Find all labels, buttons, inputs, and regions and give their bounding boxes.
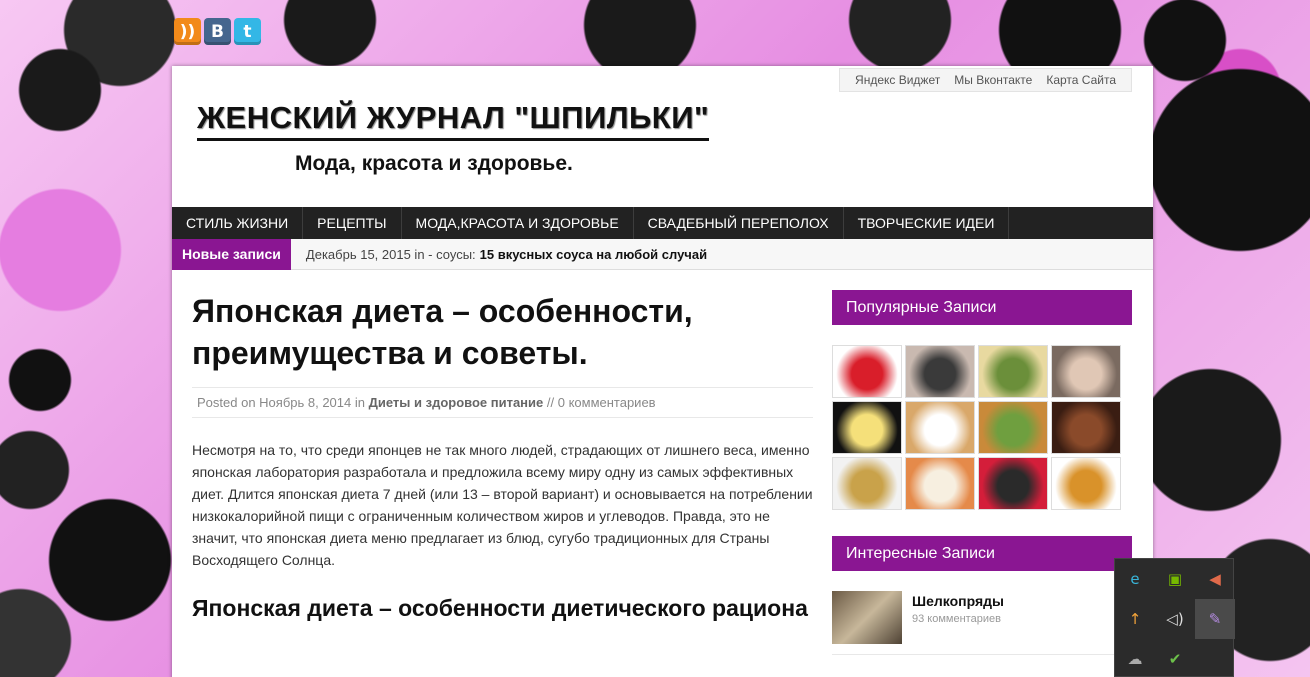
site-subtitle: Мода, красота и здоровье.	[295, 152, 573, 175]
popular-post-thumbnail[interactable]	[1051, 401, 1121, 454]
social-icons: )) B t	[174, 18, 261, 45]
popular-post-thumbnail[interactable]	[832, 345, 902, 398]
update-icon[interactable]: ↑	[1115, 599, 1155, 639]
news-ticker: Новые записи Декабрь 15, 2015 in - соусы…	[172, 238, 1153, 270]
popular-post-thumbnail[interactable]	[978, 457, 1048, 510]
interesting-posts-title: Интересные Записи	[832, 536, 1132, 571]
popular-posts-title: Популярные Записи	[832, 290, 1132, 325]
popular-post-thumbnail[interactable]	[832, 401, 902, 454]
main-nav: СТИЛЬ ЖИЗНИ РЕЦЕПТЫ МОДА,КРАСОТА И ЗДОРО…	[172, 207, 1153, 239]
ticker-date: Декабрь 15, 2015 in - соусы:	[305, 246, 476, 262]
site-title[interactable]: ЖЕНСКИЙ ЖУРНАЛ "ШПИЛЬКИ"	[197, 100, 710, 141]
top-links: Яндекс Виджет Мы Вконтакте Карта Сайта	[839, 68, 1132, 92]
popular-post-thumbnail[interactable]	[978, 345, 1048, 398]
ticker-title[interactable]: 15 вкусных соуса на любой случай	[480, 247, 707, 262]
page-container: Яндекс Виджет Мы Вконтакте Карта Сайта Ж…	[172, 66, 1153, 677]
interesting-post-title[interactable]: Шелкопряды	[912, 593, 1004, 609]
top-link-yandex-widget[interactable]: Яндекс Виджет	[855, 73, 940, 87]
popular-post-thumbnail[interactable]	[1051, 345, 1121, 398]
nav-item-lifestyle[interactable]: СТИЛЬ ЖИЗНИ	[172, 207, 304, 239]
divider	[832, 654, 1132, 655]
vk-icon[interactable]: B	[204, 18, 231, 45]
article: Японская диета – особенности, преимущест…	[192, 290, 813, 624]
popular-post-thumbnail[interactable]	[905, 401, 975, 454]
chat-icon[interactable]: ✔	[1155, 639, 1195, 677]
popular-post-thumbnail[interactable]	[832, 457, 902, 510]
ticker-label: Новые записи	[172, 238, 291, 270]
post-body: Несмотря на то, что среди японцев не так…	[192, 442, 813, 568]
twitter-icon[interactable]: t	[234, 18, 261, 45]
post-date: Posted on Ноябрь 8, 2014 in	[197, 395, 365, 410]
rss-icon[interactable]: ))	[174, 18, 201, 45]
system-tray-overflow: e ▣ ◀ ↑ ◁) ✎ ☁ ✔	[1114, 558, 1235, 677]
nvidia-icon[interactable]: ▣	[1155, 559, 1195, 599]
post-subheading: Японская диета – особенности диетическог…	[192, 595, 808, 621]
speaker-muted-icon[interactable]: ◀	[1195, 559, 1235, 599]
top-link-vkontakte[interactable]: Мы Вконтакте	[954, 73, 1032, 87]
nav-item-wedding[interactable]: СВАДЕБНЫЙ ПЕРЕПОЛОХ	[634, 207, 844, 239]
post-thumbnail[interactable]	[832, 591, 902, 644]
comment-count: 93 комментариев	[912, 613, 1001, 625]
feather-icon[interactable]: ✎	[1195, 599, 1235, 639]
popular-post-thumbnail[interactable]	[905, 457, 975, 510]
popular-post-thumbnail[interactable]	[1051, 457, 1121, 510]
post-title[interactable]: Японская диета – особенности, преимущест…	[192, 290, 813, 374]
list-item[interactable]: Шелкопряды 93 комментариев	[832, 591, 1132, 644]
sidebar: Популярные Записи Интересные Записи Шелк…	[832, 290, 1132, 655]
nav-item-creative-ideas[interactable]: ТВОРЧЕСКИЕ ИДЕИ	[844, 207, 1010, 239]
post-comments-link[interactable]: // 0 комментариев	[547, 395, 656, 410]
ie-icon[interactable]: e	[1115, 559, 1155, 599]
volume-icon[interactable]: ◁)	[1155, 599, 1195, 639]
nav-item-recipes[interactable]: РЕЦЕПТЫ	[303, 207, 402, 239]
nav-item-fashion-beauty-health[interactable]: МОДА,КРАСОТА И ЗДОРОВЬЕ	[402, 207, 634, 239]
popular-posts-grid	[832, 345, 1132, 510]
cloud-icon[interactable]: ☁	[1115, 639, 1155, 677]
top-link-sitemap[interactable]: Карта Сайта	[1046, 73, 1116, 87]
post-category-link[interactable]: Диеты и здоровое питание	[369, 395, 544, 410]
popular-post-thumbnail[interactable]	[905, 345, 975, 398]
post-meta: Posted on Ноябрь 8, 2014 in Диеты и здор…	[192, 387, 813, 418]
popular-post-thumbnail[interactable]	[978, 401, 1048, 454]
